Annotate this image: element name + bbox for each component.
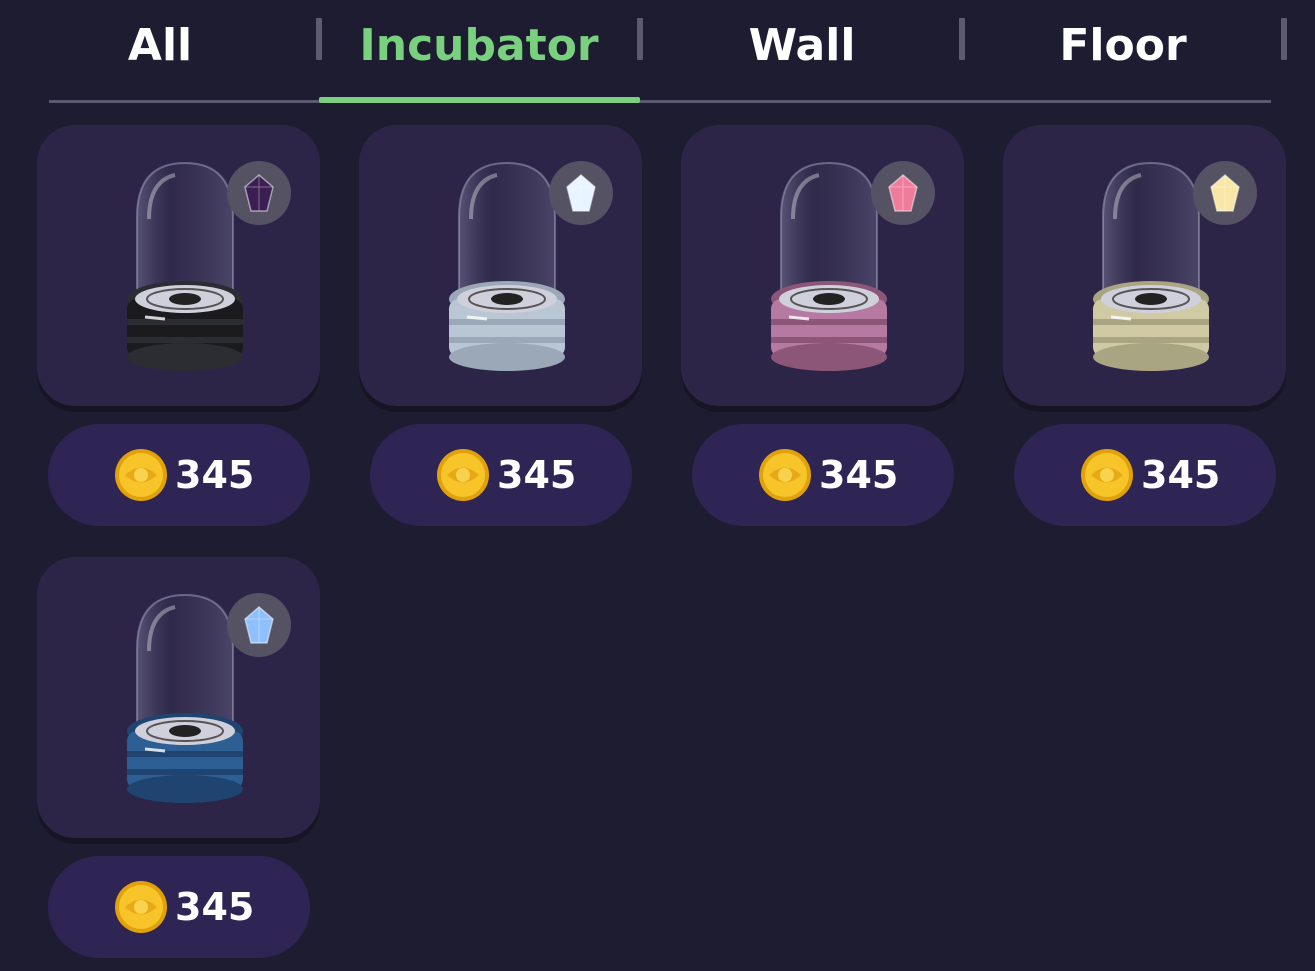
price-button[interactable]: 345 <box>1014 424 1276 526</box>
tab-floor[interactable]: Floor <box>963 14 1283 76</box>
gold-coin-icon <box>1081 449 1133 501</box>
price-button[interactable]: 345 <box>48 856 310 958</box>
price-value: 345 <box>175 885 255 929</box>
gold-coin-icon <box>759 449 811 501</box>
item-card[interactable] <box>359 125 642 406</box>
active-tab-indicator <box>319 97 640 103</box>
gold-coin-icon <box>115 449 167 501</box>
price-value: 345 <box>175 453 255 497</box>
dark-purple-crystal-icon <box>244 174 274 212</box>
price-value: 345 <box>819 453 899 497</box>
tab-divider <box>1281 18 1287 60</box>
white-crystal-icon <box>566 174 596 212</box>
price-button[interactable]: 345 <box>370 424 632 526</box>
yellow-crystal-icon <box>1210 174 1240 212</box>
pink-crystal-icon <box>888 174 918 212</box>
tab-wall[interactable]: Wall <box>642 14 962 76</box>
gem-badge <box>871 161 935 225</box>
blue-crystal-icon <box>244 606 274 644</box>
item-card[interactable] <box>37 125 320 406</box>
tab-incubator[interactable]: Incubator <box>319 14 639 76</box>
gem-badge <box>1193 161 1257 225</box>
tab-bar-baseline <box>49 100 1271 103</box>
price-value: 345 <box>1141 453 1221 497</box>
category-tab-bar: All Incubator Wall Floor <box>0 0 1315 106</box>
gem-badge <box>549 161 613 225</box>
gem-badge <box>227 161 291 225</box>
gold-coin-icon <box>437 449 489 501</box>
gold-coin-icon <box>115 881 167 933</box>
item-card[interactable] <box>37 557 320 838</box>
price-value: 345 <box>497 453 577 497</box>
price-button[interactable]: 345 <box>692 424 954 526</box>
item-card[interactable] <box>1003 125 1286 406</box>
price-button[interactable]: 345 <box>48 424 310 526</box>
tab-all[interactable]: All <box>0 14 320 76</box>
item-card[interactable] <box>681 125 964 406</box>
gem-badge <box>227 593 291 657</box>
